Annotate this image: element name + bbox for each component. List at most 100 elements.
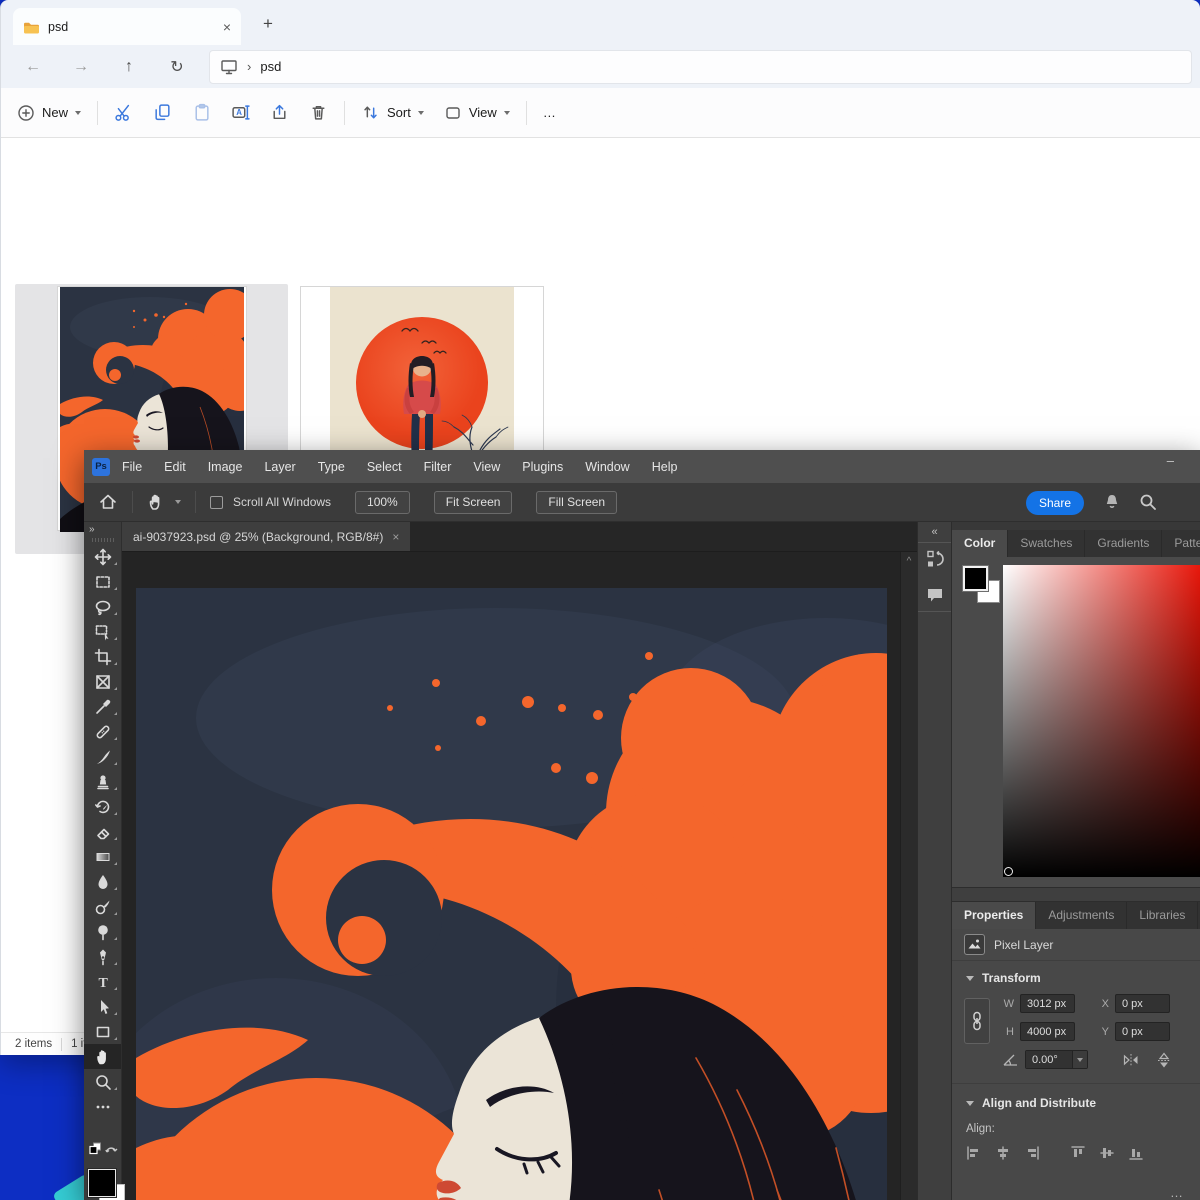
document-tab[interactable]: ai-9037923.psd @ 25% (Background, RGB/8#…	[122, 522, 410, 551]
pen-tool-button[interactable]	[84, 944, 121, 969]
tab-swatches[interactable]: Swatches	[1008, 530, 1085, 557]
lasso-tool-button[interactable]	[84, 594, 121, 619]
sort-button[interactable]: Sort	[351, 95, 434, 131]
smudge-tool-button[interactable]	[84, 894, 121, 919]
comments-icon[interactable]	[925, 585, 945, 605]
hand-tool-options-icon[interactable]	[147, 493, 165, 511]
paste-button[interactable]	[182, 95, 221, 131]
document-close-icon[interactable]: ×	[392, 530, 399, 544]
zoom-100-button[interactable]: 100%	[355, 491, 410, 514]
copy-button[interactable]	[143, 95, 182, 131]
menu-window[interactable]: Window	[585, 460, 629, 474]
minimize-button[interactable]: –	[1167, 453, 1174, 468]
transform-header[interactable]: Transform	[966, 971, 1190, 985]
menu-filter[interactable]: Filter	[424, 460, 452, 474]
x-input[interactable]: 0 px	[1115, 994, 1170, 1013]
explorer-tab[interactable]: psd ×	[13, 8, 241, 45]
dodge-tool-button[interactable]	[84, 919, 121, 944]
y-input[interactable]: 0 px	[1115, 1022, 1170, 1041]
tab-gradients[interactable]: Gradients	[1085, 530, 1162, 557]
align-vertical-centers-icon[interactable]	[1099, 1145, 1115, 1161]
menu-image[interactable]: Image	[208, 460, 243, 474]
height-input[interactable]: 4000 px	[1020, 1022, 1075, 1041]
brush-tool-button[interactable]	[84, 744, 121, 769]
version-history-icon[interactable]	[925, 549, 945, 569]
tab-close-icon[interactable]: ×	[223, 19, 231, 35]
breadcrumb-location[interactable]: psd	[260, 59, 281, 74]
search-icon[interactable]	[1138, 492, 1158, 512]
menu-layer[interactable]: Layer	[264, 460, 295, 474]
rotation-angle-value[interactable]: 0.00°	[1026, 1051, 1072, 1068]
align-right-edges-icon[interactable]	[1024, 1145, 1040, 1161]
tab-patterns[interactable]: Patterns	[1162, 530, 1200, 557]
history-brush-tool-button[interactable]	[84, 794, 121, 819]
align-bottom-edges-icon[interactable]	[1128, 1145, 1144, 1161]
menu-select[interactable]: Select	[367, 460, 402, 474]
foreground-color-swatch[interactable]	[88, 1169, 116, 1197]
more-options-button[interactable]: …	[533, 95, 566, 131]
fill-screen-button[interactable]: Fill Screen	[536, 491, 617, 514]
align-top-edges-icon[interactable]	[1070, 1145, 1086, 1161]
delete-button[interactable]	[299, 95, 338, 131]
type-tool-button[interactable]: T	[84, 969, 121, 994]
move-tool-button[interactable]	[84, 544, 121, 569]
home-icon[interactable]	[98, 492, 118, 512]
tab-libraries[interactable]: Libraries	[1127, 902, 1198, 929]
gradient-tool-button[interactable]	[84, 844, 121, 869]
share-button[interactable]: Share	[1026, 491, 1084, 515]
forward-button[interactable]: →	[57, 58, 105, 76]
menu-plugins[interactable]: Plugins	[522, 460, 563, 474]
collapse-panels-icon[interactable]: «	[918, 522, 951, 542]
align-left-edges-icon[interactable]	[966, 1145, 982, 1161]
crop-tool-button[interactable]	[84, 644, 121, 669]
view-button[interactable]: View	[434, 95, 520, 131]
back-button[interactable]: ←	[9, 58, 57, 76]
address-box[interactable]: › psd	[209, 50, 1192, 84]
canvas-artwork[interactable]	[136, 588, 887, 1200]
object-selection-tool-button[interactable]	[84, 619, 121, 644]
zoom-tool-button[interactable]	[84, 1069, 121, 1094]
panel-options-icon[interactable]: …	[1170, 1185, 1184, 1200]
tab-adjustments[interactable]: Adjustments	[1036, 902, 1127, 929]
color-field-cursor[interactable]	[1004, 867, 1013, 876]
notifications-bell-icon[interactable]	[1102, 492, 1122, 512]
tab-properties[interactable]: Properties	[952, 902, 1036, 929]
share-button[interactable]	[260, 95, 299, 131]
foreground-background-widget[interactable]	[963, 566, 1003, 606]
rename-button[interactable]: A	[221, 95, 260, 131]
menu-view[interactable]: View	[473, 460, 500, 474]
canvas-vertical-scrollbar[interactable]: ^	[900, 552, 917, 1200]
foreground-color-box[interactable]	[963, 566, 988, 591]
flip-vertical-icon[interactable]	[1155, 1051, 1173, 1069]
rectangle-tool-button[interactable]	[84, 1019, 121, 1044]
flip-horizontal-icon[interactable]	[1122, 1051, 1140, 1069]
hand-tool-button[interactable]	[84, 1044, 121, 1069]
width-input[interactable]: 3012 px	[1020, 994, 1075, 1013]
swap-colors-icon[interactable]	[105, 1143, 119, 1156]
up-button[interactable]: ↑	[105, 58, 153, 76]
clone-stamp-tool-button[interactable]	[84, 769, 121, 794]
spot-healing-brush-tool-button[interactable]	[84, 719, 121, 744]
menu-edit[interactable]: Edit	[164, 460, 186, 474]
new-button[interactable]: New	[7, 95, 91, 131]
menu-file[interactable]: File	[122, 460, 142, 474]
canvas-pasteboard[interactable]	[122, 552, 900, 1200]
edit-toolbar-button[interactable]	[84, 1094, 121, 1119]
align-horizontal-centers-icon[interactable]	[995, 1145, 1011, 1161]
menu-type[interactable]: Type	[318, 460, 345, 474]
menu-help[interactable]: Help	[652, 460, 678, 474]
toolbar-expand-icon[interactable]: »	[84, 522, 121, 535]
rectangular-marquee-tool-button[interactable]	[84, 569, 121, 594]
tab-color[interactable]: Color	[952, 530, 1008, 557]
refresh-button[interactable]: ↻	[153, 57, 201, 77]
link-dimensions-button[interactable]	[964, 998, 990, 1044]
align-distribute-header[interactable]: Align and Distribute	[966, 1096, 1190, 1110]
toolbar-grip[interactable]	[92, 538, 114, 542]
eraser-tool-button[interactable]	[84, 819, 121, 844]
scroll-all-windows-checkbox[interactable]	[210, 496, 223, 509]
default-colors-icon[interactable]	[89, 1142, 103, 1156]
cut-button[interactable]	[104, 95, 143, 131]
frame-tool-button[interactable]	[84, 669, 121, 694]
path-selection-tool-button[interactable]	[84, 994, 121, 1019]
fit-screen-button[interactable]: Fit Screen	[434, 491, 513, 514]
